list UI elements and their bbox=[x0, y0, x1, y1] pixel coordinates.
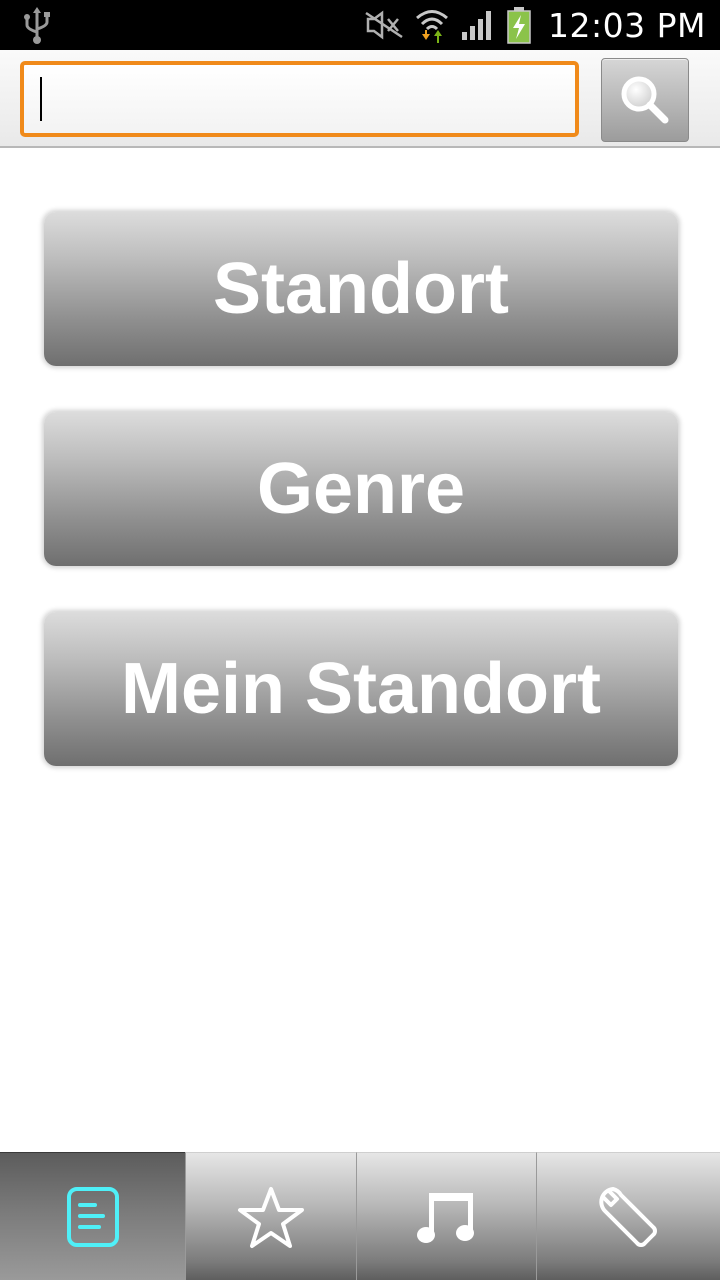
search-button[interactable] bbox=[601, 58, 689, 142]
tab-settings[interactable] bbox=[536, 1152, 720, 1280]
usb-icon bbox=[24, 7, 50, 44]
clock: 12:03 PM bbox=[548, 5, 706, 45]
list-icon bbox=[66, 1186, 119, 1247]
text-cursor bbox=[40, 77, 42, 121]
tab-favorites[interactable] bbox=[185, 1152, 356, 1280]
music-note-icon bbox=[416, 1192, 474, 1243]
magnifier-icon bbox=[621, 76, 669, 124]
battery-charging-icon bbox=[507, 7, 531, 44]
standort-button[interactable]: Standort bbox=[44, 212, 678, 366]
tab-music[interactable] bbox=[356, 1152, 536, 1280]
tab-list[interactable] bbox=[0, 1152, 185, 1280]
wrench-icon bbox=[598, 1186, 657, 1247]
mute-icon bbox=[365, 10, 403, 40]
search-input[interactable] bbox=[20, 61, 579, 137]
wifi-icon bbox=[416, 10, 449, 43]
genre-button[interactable]: Genre bbox=[44, 412, 678, 566]
star-icon bbox=[238, 1186, 304, 1248]
bottom-tab-bar bbox=[0, 1152, 720, 1280]
status-bar: 12:03 PM bbox=[0, 0, 720, 50]
search-bar bbox=[0, 50, 720, 148]
status-icons: 12:03 PM bbox=[364, 0, 706, 50]
mein-standort-button[interactable]: Mein Standort bbox=[44, 612, 678, 766]
signal-icon bbox=[462, 11, 492, 40]
